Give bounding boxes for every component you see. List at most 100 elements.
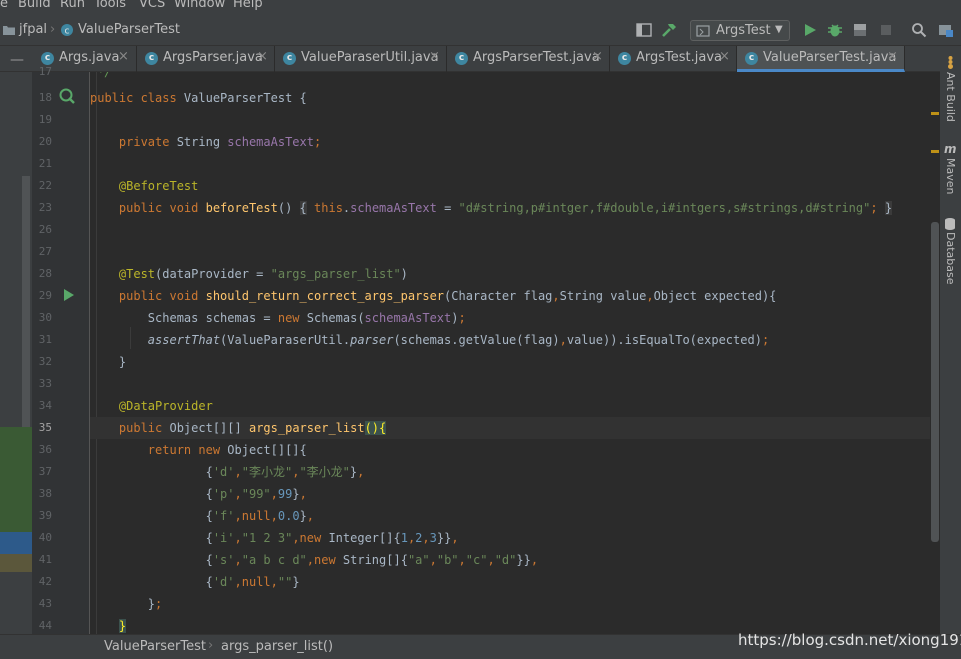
line-number: 30 <box>38 311 52 324</box>
search-icon[interactable] <box>909 20 929 40</box>
menu-bar: e Build Run Tools VCS Window Help <box>0 0 961 14</box>
breadcrumb-separator: › <box>50 22 56 37</box>
line-number: 19 <box>38 113 52 126</box>
run-test-method-icon[interactable] <box>62 287 76 306</box>
code-line-36: return new Object[][]{ <box>147 443 307 457</box>
chevron-down-icon: ▼ <box>775 24 783 35</box>
line-number: 31 <box>38 333 52 346</box>
tab-label: ValueParserTest.java <box>763 50 897 65</box>
breadcrumb-method[interactable]: args_parser_list() <box>221 639 333 654</box>
code-line-38: {'p',"99",99}, <box>90 487 307 501</box>
close-icon[interactable]: × <box>887 49 898 64</box>
warning-marker[interactable] <box>931 150 939 153</box>
run-config-label: ArgsTest <box>716 23 771 38</box>
breadcrumb-file[interactable]: ValueParserTest <box>78 22 180 37</box>
code-line-42: {'d',null,""} <box>90 575 300 589</box>
run-test-class-icon[interactable] <box>58 87 78 111</box>
class-file-icon: c <box>58 20 76 40</box>
ant-build-panel-button[interactable]: Ant Build <box>944 72 957 122</box>
run-configuration-select[interactable]: ArgsTest ▼ <box>690 20 790 41</box>
svg-text:c: c <box>65 27 70 37</box>
collapse-icon[interactable]: — <box>10 52 24 68</box>
line-number: 36 <box>38 443 52 456</box>
code-line-30: Schemas schemas = new Schemas(schemaAsTe… <box>90 311 466 325</box>
breadcrumb-project[interactable]: jfpal <box>19 22 47 37</box>
line-number: 40 <box>38 531 52 544</box>
run-icon[interactable] <box>800 20 820 40</box>
code-line-17: */ <box>90 72 112 79</box>
line-number: 23 <box>38 201 52 214</box>
code-line-43: }; <box>90 597 163 611</box>
code-line-28: @Test(dataProvider = "args_parser_list") <box>118 267 408 281</box>
menu-vcs[interactable]: VCS <box>139 0 165 12</box>
code-line-20: private String schemaAsText; <box>118 135 322 149</box>
build-hammer-icon[interactable] <box>659 20 679 40</box>
line-number: 18 <box>38 91 52 104</box>
line-number: 42 <box>38 575 52 588</box>
code-line-31: assertThat(ValueParaserUtil.parser(schem… <box>147 333 770 347</box>
class-file-icon: c <box>618 52 631 65</box>
tab-valueparaserutil[interactable]: c ValueParaserUtil.java × <box>275 46 447 72</box>
scrollbar-thumb[interactable] <box>931 222 939 542</box>
line-number: 32 <box>38 355 52 368</box>
line-number: 34 <box>38 399 52 412</box>
code-editor[interactable]: */ public class ValueParserTest { privat… <box>90 72 930 634</box>
tab-label: ArgsTest.java <box>636 50 723 65</box>
close-icon[interactable]: × <box>118 49 129 64</box>
line-number: 26 <box>38 223 52 236</box>
close-icon[interactable]: × <box>429 49 440 64</box>
line-number: 29 <box>38 289 52 302</box>
line-number: 22 <box>38 179 52 192</box>
menu-tools[interactable]: Tools <box>94 0 126 12</box>
debug-icon[interactable] <box>825 20 845 40</box>
line-number: 38 <box>38 487 52 500</box>
tab-label: ArgsParser.java <box>163 50 263 65</box>
selection-highlight-blue <box>0 532 32 554</box>
menu-window[interactable]: Window <box>174 0 225 12</box>
class-file-icon: c <box>145 52 158 65</box>
ant-icon <box>944 54 957 73</box>
code-line-23: public void beforeTest() { this.schemaAs… <box>118 201 893 215</box>
tab-argsparsertest[interactable]: c ArgsParserTest.java × <box>447 46 610 72</box>
class-file-icon: c <box>455 52 468 65</box>
maven-panel-button[interactable]: Maven <box>944 158 957 194</box>
coverage-icon[interactable] <box>850 20 870 40</box>
line-number: 33 <box>38 377 52 390</box>
tab-argsparser[interactable]: c ArgsParser.java × <box>137 46 275 72</box>
project-folder-icon <box>2 20 16 40</box>
code-line-41: {'s',"a b c d",new String[]{"a","b","c",… <box>90 553 539 567</box>
code-line-40: {'i',"1 2 3",new Integer[]{1,2,3}}, <box>90 531 459 545</box>
stop-icon[interactable] <box>876 20 896 40</box>
code-line-39: {'f',null,0.0}, <box>90 509 315 523</box>
line-number-gutter: 17 18 19 20 21 22 23 26 27 28 29 30 31 3… <box>32 65 99 634</box>
close-icon[interactable]: × <box>719 49 730 64</box>
breadcrumb-class[interactable]: ValueParserTest <box>104 639 206 654</box>
code-line-35-current: public Object[][] args_parser_list(){ <box>90 417 930 439</box>
close-icon[interactable]: × <box>257 49 268 64</box>
project-structure-icon[interactable] <box>936 20 956 40</box>
menu-file[interactable]: e <box>0 0 8 12</box>
menu-help[interactable]: Help <box>233 0 263 12</box>
editor-tab-bar: — c Args.java × c ArgsParser.java × c Va… <box>0 46 940 72</box>
menu-run[interactable]: Run <box>60 0 85 12</box>
code-line-34: @DataProvider <box>118 399 213 413</box>
line-number: 17 <box>38 65 52 78</box>
editor-scrollbar[interactable] <box>930 72 940 634</box>
tab-label: ArgsParserTest.java <box>473 50 600 65</box>
code-line-22: @BeforeTest <box>118 179 199 193</box>
code-line-18: public class ValueParserTest { <box>90 91 307 105</box>
junit-config-icon <box>696 23 710 42</box>
layout-icon[interactable] <box>634 20 654 40</box>
warning-marker[interactable] <box>931 112 939 115</box>
database-panel-button[interactable]: Database <box>944 232 957 285</box>
menu-build[interactable]: Build <box>18 0 51 12</box>
close-icon[interactable]: × <box>592 49 603 64</box>
line-number: 37 <box>38 465 52 478</box>
tab-valueparsertest[interactable]: c ValueParserTest.java × <box>737 46 905 72</box>
tab-argstest[interactable]: c ArgsTest.java × <box>610 46 737 72</box>
selection-highlight-green <box>0 427 32 532</box>
line-number: 41 <box>38 553 52 566</box>
code-line-29: public void should_return_correct_args_p… <box>118 289 777 303</box>
